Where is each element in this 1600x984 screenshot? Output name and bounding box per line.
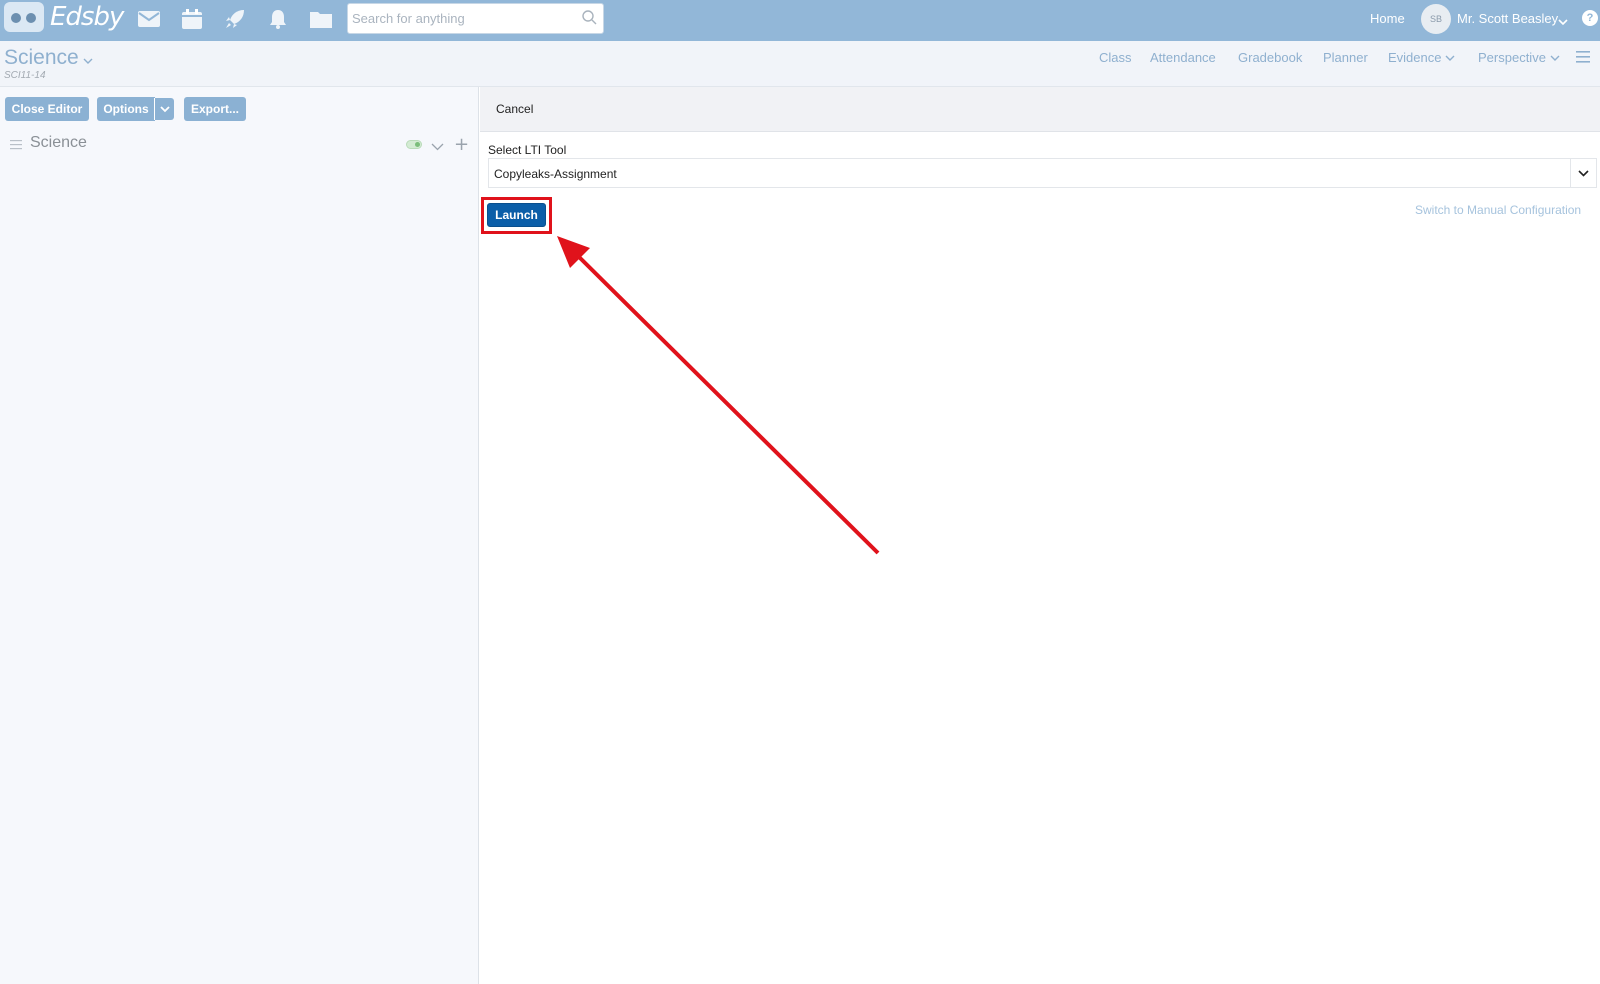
search-input[interactable] xyxy=(348,4,568,33)
chevron-down-icon[interactable] xyxy=(1558,13,1568,31)
lti-tool-selected-value: Copyleaks-Assignment xyxy=(494,167,617,181)
top-bar: Edsby Home SB Mr. Scott Beasley ? xyxy=(0,0,1600,41)
calendar-icon[interactable] xyxy=(180,8,204,30)
class-title-menu[interactable]: Science xyxy=(4,45,93,71)
editor-toolbar: Cancel xyxy=(480,87,1600,132)
add-icon[interactable]: + xyxy=(454,134,469,155)
nav-perspective-label: Perspective xyxy=(1478,50,1546,65)
help-icon[interactable]: ? xyxy=(1582,10,1598,26)
drag-handle-icon[interactable] xyxy=(10,137,22,155)
lti-tool-select[interactable]: Copyleaks-Assignment xyxy=(488,158,1597,188)
class-title: Science xyxy=(4,46,79,69)
export-button[interactable]: Export... xyxy=(184,97,246,121)
chevron-down-icon xyxy=(1445,50,1455,65)
mail-icon[interactable] xyxy=(137,8,161,30)
logo-icon xyxy=(4,2,44,32)
avatar[interactable]: SB xyxy=(1421,4,1451,34)
search-icon[interactable] xyxy=(582,10,597,30)
lti-tool-label: Select LTI Tool xyxy=(488,143,567,157)
chevron-down-icon[interactable] xyxy=(431,138,444,156)
nav-perspective[interactable]: Perspective xyxy=(1478,50,1560,65)
nav-gradebook[interactable]: Gradebook xyxy=(1238,50,1302,65)
folder-icon[interactable] xyxy=(309,8,333,30)
user-name-menu[interactable]: Mr. Scott Beasley xyxy=(1457,11,1558,26)
options-dropdown-button[interactable] xyxy=(154,98,174,120)
options-button[interactable]: Options xyxy=(97,97,155,121)
class-code: SCI11-14 xyxy=(4,70,46,81)
hamburger-menu-icon[interactable] xyxy=(1576,50,1590,68)
close-editor-button[interactable]: Close Editor xyxy=(5,97,89,121)
logo-text: Edsby xyxy=(50,2,124,32)
chevron-down-icon xyxy=(1550,50,1560,65)
class-header: Science SCI11-14 Class Attendance Gradeb… xyxy=(0,41,1600,87)
visibility-toggle[interactable] xyxy=(406,140,422,149)
tree-item[interactable]: Science + xyxy=(8,133,474,157)
home-link[interactable]: Home xyxy=(1370,11,1405,26)
launch-button[interactable]: Launch xyxy=(487,203,546,227)
nav-evidence[interactable]: Evidence xyxy=(1388,50,1455,65)
switch-manual-config-link[interactable]: Switch to Manual Configuration xyxy=(1415,203,1581,217)
edsby-logo[interactable]: Edsby xyxy=(4,2,124,32)
chevron-down-icon xyxy=(83,47,93,71)
outline-pane: Close Editor Options Export... Science + xyxy=(0,87,479,984)
nav-planner[interactable]: Planner xyxy=(1323,50,1368,65)
tree-item-label: Science xyxy=(30,134,87,151)
chevron-down-icon[interactable] xyxy=(1570,159,1596,187)
search-box xyxy=(347,3,604,34)
rocket-icon[interactable] xyxy=(223,8,247,30)
nav-attendance[interactable]: Attendance xyxy=(1150,50,1216,65)
cancel-button[interactable]: Cancel xyxy=(496,102,533,116)
bell-icon[interactable] xyxy=(266,8,290,30)
nav-evidence-label: Evidence xyxy=(1388,50,1442,65)
nav-class[interactable]: Class xyxy=(1099,50,1132,65)
